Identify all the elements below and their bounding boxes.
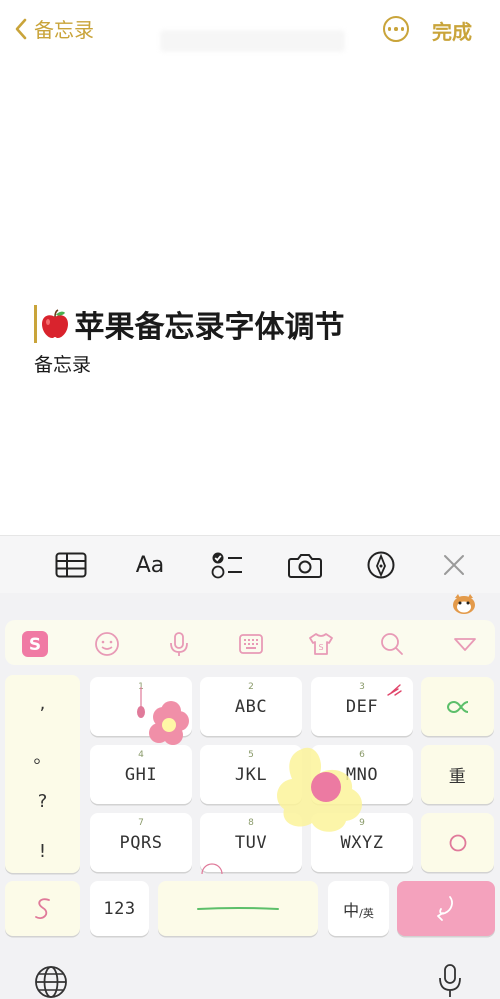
punctuation-column: , 。 ? ! [5, 675, 80, 873]
circle-key[interactable] [421, 813, 494, 872]
camera-icon [288, 554, 322, 578]
voice-input-button[interactable] [165, 630, 193, 658]
globe-icon [35, 966, 67, 998]
key-1[interactable]: 1 [90, 677, 192, 736]
back-button[interactable]: 备忘录 [14, 14, 94, 43]
collapse-keyboard-button[interactable] [451, 630, 479, 658]
key-3-def[interactable]: 3 DEF [311, 677, 413, 736]
circle-icon [449, 834, 466, 851]
search-icon [381, 633, 403, 655]
dictation-button[interactable] [437, 963, 463, 999]
nav-bar: 备忘录 完成 [0, 0, 500, 60]
enter-key[interactable] [397, 881, 495, 936]
return-icon [437, 895, 453, 921]
numbers-key[interactable]: 123 [90, 881, 149, 936]
emoji-button[interactable] [93, 630, 121, 658]
close-keyboard-button[interactable] [441, 548, 467, 582]
text-format-button[interactable]: Aa [132, 548, 168, 582]
key-8-tuv[interactable]: 8 TUV [200, 813, 302, 872]
key-6-mno[interactable]: 6 MNO [311, 745, 413, 804]
skin-button[interactable]: S [307, 630, 335, 658]
punctuation-key[interactable]: , [5, 693, 80, 714]
globe-button[interactable] [34, 965, 68, 999]
tshirt-icon: S [309, 633, 333, 655]
svg-text:S: S [29, 635, 41, 655]
format-toolbar: Aa [0, 535, 500, 593]
blurred-nav-title [160, 30, 345, 52]
mascot-icon[interactable] [451, 592, 477, 616]
language-switch-key[interactable]: 中 /英 [328, 881, 389, 936]
svg-text:S: S [318, 643, 323, 652]
punctuation-key[interactable]: ? [5, 791, 80, 812]
done-button[interactable]: 完成 [432, 16, 472, 45]
emoji-icon [95, 632, 119, 656]
apple-emoji-icon [41, 309, 68, 338]
note-title[interactable]: 苹果备忘录字体调节 [34, 302, 345, 346]
backspace-icon [446, 700, 468, 713]
punctuation-key[interactable]: ! [5, 841, 80, 862]
key-7-pqrs[interactable]: 7 PQRS [90, 813, 192, 872]
key-5-jkl[interactable]: 5 JKL [200, 745, 302, 804]
sogou-logo-icon: S [22, 631, 48, 657]
space-bar-icon [197, 906, 279, 910]
markup-button[interactable] [366, 548, 396, 582]
punctuation-key[interactable]: 。 [5, 743, 80, 769]
note-body-text[interactable]: 备忘录 [34, 350, 91, 377]
search-button[interactable] [378, 630, 406, 658]
redo-key[interactable]: 重 [421, 745, 494, 804]
back-label: 备忘录 [34, 18, 94, 42]
close-icon [444, 555, 464, 575]
camera-button[interactable] [287, 548, 323, 582]
triangle-down-icon [454, 638, 476, 651]
pen-tip-icon [367, 551, 395, 579]
key-2-abc[interactable]: 2 ABC [200, 677, 302, 736]
microphone-icon [170, 632, 188, 656]
checklist-button[interactable] [210, 548, 244, 582]
sogou-s-icon [34, 897, 50, 919]
more-options-button[interactable] [383, 16, 409, 42]
table-icon [55, 552, 87, 578]
space-key[interactable] [158, 881, 318, 936]
microphone-icon [439, 964, 461, 997]
key-4-ghi[interactable]: 4 GHI [90, 745, 192, 804]
text-cursor [34, 305, 37, 343]
checklist-icon [211, 552, 242, 579]
table-button[interactable] [54, 548, 88, 582]
chevron-left-icon [15, 18, 27, 39]
sogou-menu-button[interactable]: S [21, 630, 49, 658]
delete-key[interactable] [421, 677, 494, 736]
keyboard-switch-button[interactable] [237, 630, 265, 658]
note-title-text: 苹果备忘录字体调节 [74, 310, 345, 345]
keyboard-icon [239, 634, 263, 654]
key-9-wxyz[interactable]: 9 WXYZ [311, 813, 413, 872]
sogou-key[interactable] [5, 881, 80, 936]
